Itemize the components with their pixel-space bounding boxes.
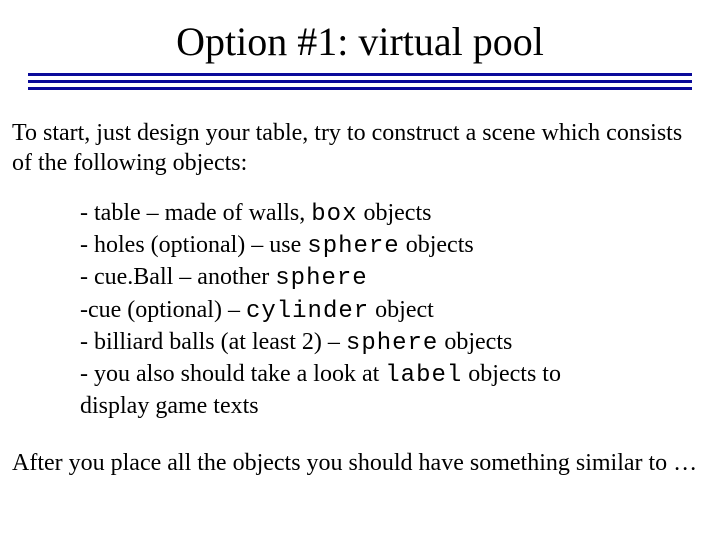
code-token: sphere <box>307 233 399 260</box>
code-token: sphere <box>346 330 438 357</box>
code-token: box <box>311 201 357 228</box>
rule-line <box>28 73 692 76</box>
list-item-pre: - cue.Ball – another <box>80 264 275 290</box>
list-item-pre: - billiard balls (at least 2) – <box>80 329 346 355</box>
list-item-post: object <box>369 297 434 323</box>
list-item: - table – made of walls, box objects <box>80 198 568 230</box>
list-item-pre: - you also should take a look at <box>80 361 385 387</box>
list-item: - holes (optional) – use sphere objects <box>80 230 568 262</box>
list-item-pre: - table – made of walls, <box>80 200 311 226</box>
outro-text: After you place all the objects you shou… <box>0 422 720 478</box>
list-item-post: objects <box>357 200 431 226</box>
title-underline <box>28 73 692 90</box>
title-wrap: Option #1: virtual pool <box>0 0 720 65</box>
code-token: cylinder <box>246 298 369 325</box>
list-item-pre: - holes (optional) – use <box>80 232 307 258</box>
list-item: - billiard balls (at least 2) – sphere o… <box>80 327 568 359</box>
list-item-post: objects <box>400 232 474 258</box>
slide-title: Option #1: virtual pool <box>176 18 544 65</box>
list-item-post: objects <box>438 329 512 355</box>
rule-line <box>28 80 692 83</box>
list-item: -cue (optional) – cylinder object <box>80 295 568 327</box>
rule-line <box>28 87 692 90</box>
list-item: - you also should take a look at label o… <box>80 359 568 422</box>
code-token: label <box>385 362 462 389</box>
list-item: - cue.Ball – another sphere <box>80 262 568 294</box>
list-item-pre: -cue (optional) – <box>80 297 246 323</box>
object-list: - table – made of walls, box objects - h… <box>0 178 580 422</box>
code-token: sphere <box>275 265 367 292</box>
slide: Option #1: virtual pool To start, just d… <box>0 0 720 540</box>
intro-text: To start, just design your table, try to… <box>0 94 720 178</box>
